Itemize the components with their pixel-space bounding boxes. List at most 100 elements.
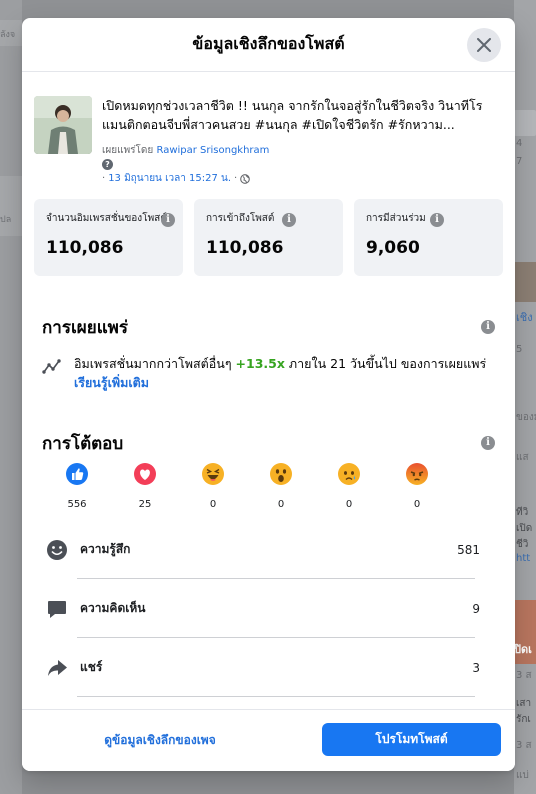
author-link[interactable]: Rawipar Srisongkhram xyxy=(156,145,269,156)
metric-row-reactions: ความรู้สึก 581 xyxy=(34,520,503,579)
background-text: 4 xyxy=(516,138,523,149)
stats-cards: จำนวนอิมเพรสชั่นของโพสต์ 110,086 i การเข… xyxy=(34,199,503,276)
published-by: เผยแพร่โดย Rawipar Srisongkhram xyxy=(102,143,503,158)
metric-row-shares: แชร์ 3 xyxy=(34,638,503,697)
learn-more-link[interactable]: เรียนรู้เพิ่มเติม xyxy=(74,375,149,390)
background-text: ทีวิ xyxy=(516,507,529,518)
metric-label: แชร์ xyxy=(80,660,103,674)
info-icon[interactable]: i xyxy=(282,213,296,227)
background-text: 3 ส xyxy=(516,740,532,751)
close-button[interactable] xyxy=(467,28,501,62)
stat-value: 9,060 xyxy=(366,238,420,258)
metric-value: 3 xyxy=(472,660,480,675)
stat-label: การมีส่วนร่วม xyxy=(366,213,426,224)
published-by-prefix: เผยแพร่โดย xyxy=(102,145,154,156)
distribution-multiplier: +13.5x xyxy=(235,356,285,371)
separator-dot: · xyxy=(234,173,238,184)
wow-reaction-icon xyxy=(270,463,292,485)
close-icon xyxy=(477,38,491,52)
reaction-angry: 0 xyxy=(383,462,451,510)
reaction-wow: 0 xyxy=(247,462,315,510)
stat-value: 110,086 xyxy=(206,238,284,258)
post-meta: ? xyxy=(102,159,503,170)
background-text: ชีวิ xyxy=(516,539,529,550)
background-text: เปิด xyxy=(516,523,533,534)
background-left-column: ลังจ ปล xyxy=(0,0,22,794)
background-item xyxy=(514,110,536,136)
background-text: ปล xyxy=(0,215,12,225)
promote-post-button[interactable]: โปรโมทโพสต์ xyxy=(322,723,501,756)
dialog-footer: ดูข้อมูลเชิงลึกของเพจ โปรโมทโพสต์ xyxy=(22,709,515,771)
reaction-count: 0 xyxy=(277,499,285,510)
smiley-icon xyxy=(46,539,68,561)
post-text[interactable]: เปิดหมดทุกช่วงเวลาชีวิต !! นนกุล จากรักใ… xyxy=(102,96,503,134)
background-text: ลังจ xyxy=(0,30,16,40)
metric-value: 9 xyxy=(472,601,480,616)
background-text: htt xyxy=(516,553,531,564)
post-thumbnail[interactable] xyxy=(34,96,92,154)
engagement-card: การมีส่วนร่วม 9,060 i xyxy=(354,199,503,276)
impressions-card: จำนวนอิมเพรสชั่นของโพสต์ 110,086 i xyxy=(34,199,183,276)
info-icon[interactable]: i xyxy=(161,213,175,227)
share-icon xyxy=(46,657,68,679)
reaction-count: 556 xyxy=(67,499,87,510)
metric-value: 581 xyxy=(457,542,480,557)
reaction-count: 0 xyxy=(209,499,217,510)
distribution-text-after: ภายใน 21 วันขึ้นไป ของการเผยแพร่ xyxy=(288,356,487,371)
view-page-insights-link[interactable]: ดูข้อมูลเชิงลึกของเพจ xyxy=(40,731,280,750)
reaction-haha: 0 xyxy=(179,462,247,510)
stat-label: จำนวนอิมเพรสชั่นของโพสต์ xyxy=(46,213,167,224)
angry-reaction-icon xyxy=(406,463,428,485)
stat-label: การเข้าถึงโพสต์ xyxy=(206,213,275,224)
trend-chart-icon xyxy=(42,359,61,374)
distribution-text-before: อิมเพรสชั่นมากกว่าโพสต์อื่นๆ xyxy=(74,356,232,371)
background-text: แบ่ xyxy=(516,770,529,781)
separator-dot: · xyxy=(102,173,106,184)
distribution-title: การเผยแพร่ xyxy=(42,318,128,338)
reaction-like: 556 xyxy=(43,462,111,510)
globe-icon xyxy=(240,173,251,184)
info-icon[interactable]: i xyxy=(430,213,444,227)
info-icon[interactable]: i xyxy=(481,320,495,334)
reaction-count: 0 xyxy=(345,499,353,510)
responses-title: การโต้ตอบ xyxy=(42,434,124,454)
response-metrics: ความรู้สึก 581 ความคิดเห็น 9 แชร์ 3 xyxy=(34,520,503,697)
stat-value: 110,086 xyxy=(46,238,124,258)
background-item xyxy=(0,176,22,236)
responses-section: การโต้ตอบ i xyxy=(34,430,503,460)
dialog-title: ข้อมูลเชิงลึกของโพสต์ xyxy=(192,34,345,53)
help-icon[interactable]: ? xyxy=(102,159,113,170)
background-image xyxy=(514,262,536,302)
comment-icon xyxy=(46,598,68,620)
post-date-row: · 13 มิถุนายน เวลา 15:27 น. · xyxy=(102,171,503,186)
background-text: รักเ xyxy=(516,714,531,725)
reaction-love: 25 xyxy=(111,462,179,510)
info-icon[interactable]: i xyxy=(481,436,495,450)
reaction-count: 0 xyxy=(413,499,421,510)
person-photo xyxy=(34,96,92,154)
haha-reaction-icon xyxy=(202,463,224,485)
metric-label: ความรู้สึก xyxy=(80,542,131,556)
background-text: เสา xyxy=(516,698,532,709)
reach-card: การเข้าถึงโพสต์ 110,086 i xyxy=(194,199,343,276)
background-text: 5 xyxy=(516,344,523,355)
background-text: แส xyxy=(516,452,529,463)
reactions-row: 556 25 0 0 0 0 xyxy=(34,462,503,510)
sad-reaction-icon xyxy=(338,463,360,485)
like-reaction-icon xyxy=(66,463,88,485)
distribution-section: การเผยแพร่ i xyxy=(34,314,503,354)
background-text: ปิดเ xyxy=(514,643,532,656)
love-reaction-icon xyxy=(134,463,156,485)
background-text: ของม xyxy=(516,412,536,423)
post-summary: เปิดหมดทุกช่วงเวลาชีวิต !! นนกุล จากรักใ… xyxy=(34,72,503,186)
background-right-column: 4 7 เชิง 5 ของม แส ทีวิ เปิด ชีวิ htt ปิ… xyxy=(514,0,536,794)
post-date-link[interactable]: 13 มิถุนายน เวลา 15:27 น. xyxy=(108,171,231,186)
distribution-row: อิมเพรสชั่นมากกว่าโพสต์อื่นๆ +13.5x ภายใ… xyxy=(34,354,503,392)
post-insights-dialog: ข้อมูลเชิงลึกของโพสต์ เปิดหมดทุกช่วงเวลา… xyxy=(22,18,515,771)
metric-label: ความคิดเห็น xyxy=(80,601,146,615)
background-text: 3 ส xyxy=(516,670,532,681)
reaction-sad: 0 xyxy=(315,462,383,510)
metric-row-comments: ความคิดเห็น 9 xyxy=(34,579,503,638)
background-text: 7 xyxy=(516,156,523,167)
dialog-header: ข้อมูลเชิงลึกของโพสต์ xyxy=(22,18,515,72)
